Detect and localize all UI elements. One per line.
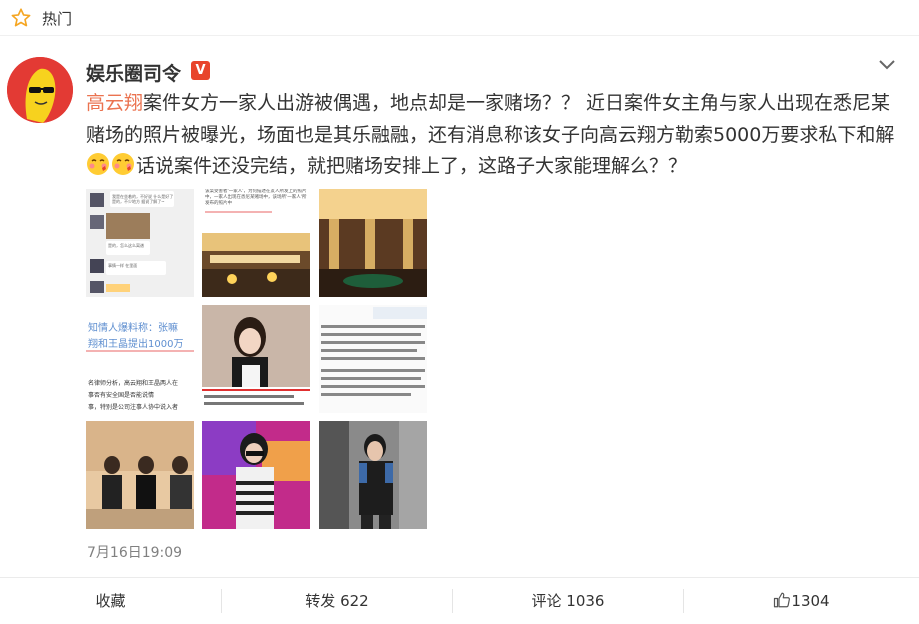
favorite-label: 收藏 [95, 592, 126, 610]
post-image-1[interactable]: 我是在坐着的，不好说 什么是好了 是的，不少地方 据说了解了~ 是的，怎么这么离… [86, 189, 194, 297]
image-text: 翔和王晶提出1000万 [88, 337, 183, 350]
header-title: 热门 [42, 10, 73, 28]
hot-header: 热门 [0, 0, 919, 36]
post-image-2[interactable]: 该案受害者'一家人'，为何描述在友人所发上的照片中，一家人出现在悉尼某赌场中，该… [202, 189, 310, 297]
post-image-6[interactable] [319, 305, 427, 413]
avatar[interactable] [7, 57, 73, 123]
post-image-4[interactable]: 知情人爆料称：张嘛 翔和王晶提出1000万 名律师分析，高云翔和王晶两人在 事否… [86, 305, 194, 413]
star-icon [11, 8, 31, 27]
action-bar: 收藏 转发 622 评论 1036 1304 [0, 577, 919, 623]
author-name[interactable]: 娱乐圈司令 [86, 59, 181, 86]
post-text-part1: 案件女方一家人出游被偶遇，地点却是一家赌场？？ 近日案件女主角与家人出现在悉尼某… [86, 92, 895, 146]
post-image-5[interactable] [202, 305, 310, 413]
chevron-down-icon[interactable] [877, 58, 897, 72]
image-text: 事否有安全国是否能说情 [88, 391, 154, 399]
post-text-part2: 话说案件还没完结，就把赌场安排上了，这路子大家能理解么？？ [136, 155, 688, 177]
kiss-emoji-icon [112, 153, 134, 175]
post-image-3[interactable] [319, 189, 427, 297]
mention-link[interactable]: 高云翔 [86, 92, 143, 114]
image-text: 是的，不少地方 据说了解了~ [112, 198, 165, 204]
post-image-8[interactable] [202, 421, 310, 529]
like-count: 1304 [791, 592, 830, 610]
post-text: 高云翔案件女方一家人出游被偶遇，地点却是一家赌场？？ 近日案件女主角与家人出现在… [86, 88, 906, 183]
repost-label: 转发 622 [305, 592, 369, 610]
thumbs-up-icon [774, 592, 791, 608]
comment-label: 评论 1036 [531, 592, 605, 610]
comment-button[interactable]: 评论 1036 [453, 578, 683, 624]
verified-badge: V [191, 61, 210, 80]
post-timestamp[interactable]: 7月16日19:09 [87, 542, 182, 562]
avatar-image [7, 57, 73, 123]
post-image-7[interactable] [86, 421, 194, 529]
image-text: 事情一样 在里面 [108, 262, 137, 268]
image-text: 知情人爆料称：张嘛 [88, 321, 178, 334]
image-text: 是的，怎么这么离谱 [108, 242, 144, 248]
image-text: 该案受害者'一家人'，为何描述在友人所发上的照片中，一家人出现在悉尼某赌场中，该… [205, 189, 307, 206]
image-text: 名律师分析，高云翔和王晶两人在 [88, 379, 178, 387]
image-text: 事，特别是公司注事人协中说入者 [88, 403, 178, 411]
favorite-button[interactable]: 收藏 [0, 578, 221, 624]
like-button[interactable]: 1304 [684, 578, 919, 624]
kiss-emoji-icon [87, 153, 109, 175]
repost-button[interactable]: 转发 622 [222, 578, 452, 624]
post-image-9[interactable] [319, 421, 427, 529]
